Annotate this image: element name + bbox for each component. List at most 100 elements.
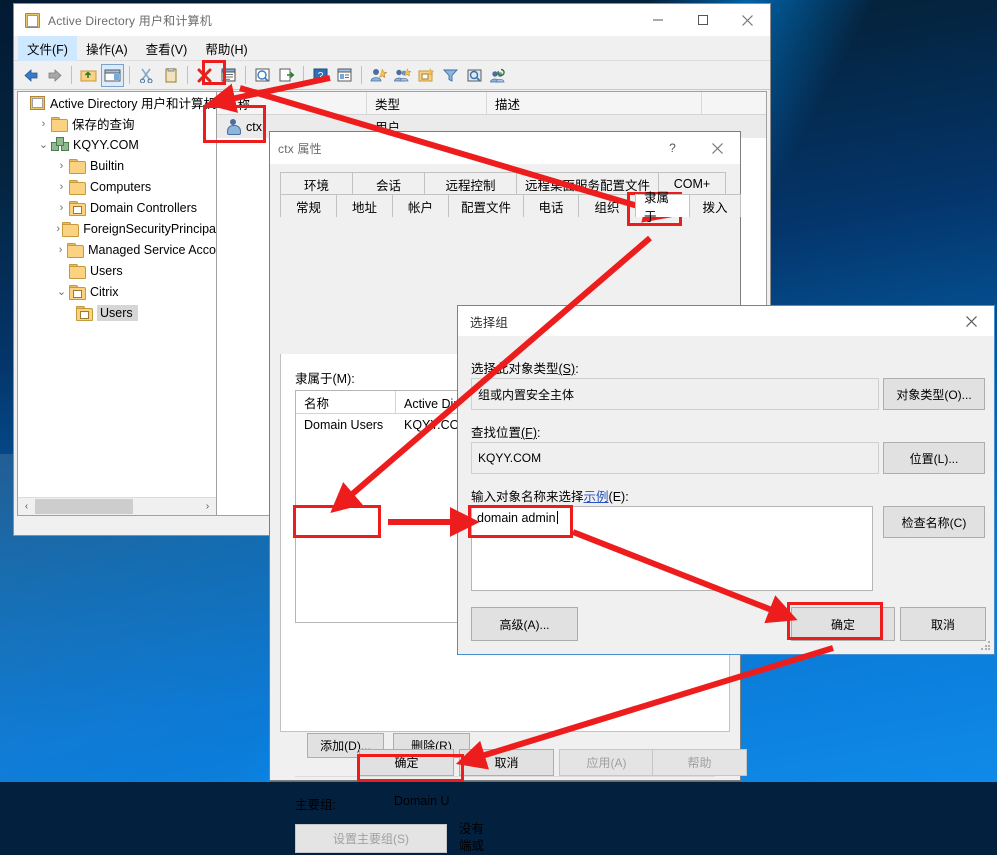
close-icon[interactable] [949,305,994,337]
svg-text:?: ? [317,71,323,82]
props-caption-buttons: ? [650,132,740,164]
twisty-icon[interactable]: › [54,223,62,235]
names-input-value: domain admin [477,511,556,525]
twisty-icon[interactable]: › [54,202,69,214]
props-ok-button[interactable]: 确定 [359,749,454,776]
export-list-icon[interactable] [275,64,298,87]
minimize-button[interactable] [635,4,680,36]
menu-file[interactable]: 文件(F) [18,36,77,61]
back-icon[interactable] [19,64,42,87]
tab-sessions[interactable]: 会话 [352,172,425,195]
refresh-icon[interactable] [251,64,274,87]
main-window-titlebar[interactable]: Active Directory 用户和计算机 [14,4,770,36]
tab-address[interactable]: 地址 [336,194,393,217]
close-icon[interactable] [695,132,740,164]
object-type-accesskey: (S) [559,362,576,376]
saved-query-icon[interactable] [487,64,510,87]
selgrp-ok-button[interactable]: 确定 [791,607,895,641]
scrollbar-track[interactable] [35,498,199,515]
tab-telephones[interactable]: 电话 [523,194,579,217]
primary-group-note-line1: 没有 [459,822,484,836]
show-hide-pane-icon[interactable] [333,64,356,87]
menu-view[interactable]: 查看(V) [137,36,197,61]
set-primary-group-button[interactable]: 设置主要组(S) [295,824,447,853]
column-header-description[interactable]: 描述 [487,92,702,114]
tree-horizontal-scrollbar[interactable]: ‹ › [18,497,216,515]
column-header-name[interactable]: 名称 [296,391,396,413]
column-header-type[interactable]: 类型 [367,92,487,114]
tree-item-saved-queries[interactable]: › 保存的查询 [18,113,216,134]
props-help-button[interactable]: 帮助 [652,749,747,776]
tree-item-users[interactable]: Users [18,260,216,281]
up-folder-icon[interactable] [77,64,100,87]
show-console-tree-icon[interactable] [101,64,124,87]
delete-icon[interactable] [193,64,216,87]
tab-remote-control[interactable]: 远程控制 [424,172,517,195]
location-field[interactable]: KQYY.COM [471,442,879,474]
props-titlebar[interactable]: ctx 属性 ? [270,132,740,164]
tab-organization[interactable]: 组织 [578,194,636,217]
locations-button[interactable]: 位置(L)... [883,442,985,474]
scroll-left-icon[interactable]: ‹ [18,498,35,515]
help-icon[interactable]: ? [309,64,332,87]
tree-item-kqyy-com[interactable]: ⌄ KQYY.COM [18,134,216,155]
tab-dial-in[interactable]: 拨入 [689,194,741,217]
tree-item-computers[interactable]: › Computers [18,176,216,197]
check-names-button[interactable]: 检查名称(C) [883,506,985,538]
tree-item-builtin[interactable]: › Builtin [18,155,216,176]
tree-item-root[interactable]: Active Directory 用户和计算机 [18,92,216,113]
twisty-icon[interactable]: › [54,244,67,256]
tab-account[interactable]: 帐户 [392,194,449,217]
twisty-icon[interactable]: › [54,160,69,172]
twisty-icon[interactable]: › [54,181,69,193]
resize-grip-icon[interactable] [980,640,992,652]
selgrp-cancel-button[interactable]: 取消 [900,607,986,641]
forward-icon[interactable] [43,64,66,87]
properties-icon[interactable] [217,64,240,87]
maximize-button[interactable] [680,4,725,36]
props-cancel-button[interactable]: 取消 [459,749,554,776]
tree-item-label: 保存的查询 [72,114,135,133]
new-group-icon[interactable] [391,64,414,87]
new-ou-icon[interactable] [415,64,438,87]
examples-link[interactable]: 示例 [584,490,609,504]
close-button[interactable] [725,4,770,36]
tab-remote-desktop-services-profile[interactable]: 远程桌面服务配置文件 [516,172,659,195]
tab-profile[interactable]: 配置文件 [448,194,524,217]
help-question-icon[interactable]: ? [650,132,695,164]
twisty-icon[interactable]: ⌄ [54,285,69,298]
twisty-icon[interactable]: › [36,118,51,130]
tree-item-citrix[interactable]: ⌄ Citrix [18,281,216,302]
tree-item-label: Citrix [90,285,118,299]
text-caret [557,511,558,524]
menu-help[interactable]: 帮助(H) [196,36,256,61]
advanced-button[interactable]: 高级(A)... [471,607,578,641]
object-type-label-text: 选择此对象类型 [471,362,559,376]
object-type-field[interactable]: 组或内置安全主体 [471,378,879,410]
object-types-button[interactable]: 对象类型(O)... [883,378,985,410]
tree-item-citrix-users[interactable]: Users [18,302,216,323]
find-icon[interactable] [463,64,486,87]
tab-member-of[interactable]: 隶属于 [635,194,690,217]
column-header-name[interactable]: 名称 [217,92,367,114]
select-groups-dialog: 选择组 选择此对象类型(S): 组或内置安全主体 对象类型(O)... 查找位置… [458,306,994,654]
menu-action[interactable]: 操作(A) [77,36,137,61]
props-apply-button[interactable]: 应用(A) [559,749,654,776]
tab-environment[interactable]: 环境 [280,172,353,195]
new-user-icon[interactable] [367,64,390,87]
tree-item-foreign-security-principals[interactable]: › ForeignSecurityPrincipa [18,218,216,239]
scrollbar-thumb[interactable] [35,499,133,514]
member-of-label: 隶属于(M): [295,368,355,387]
tree-item-domain-controllers[interactable]: › Domain Controllers [18,197,216,218]
scroll-right-icon[interactable]: › [199,498,216,515]
tree-item-managed-service-accounts[interactable]: › Managed Service Acco [18,239,216,260]
selgrp-titlebar[interactable]: 选择组 [458,306,994,336]
tab-general[interactable]: 常规 [280,194,337,217]
names-input[interactable]: domain admin [471,506,873,591]
names-label-text: 输入对象名称来选择 [471,490,584,504]
list-column-headers: 名称 类型 描述 [217,92,766,115]
copy-icon[interactable] [159,64,182,87]
twisty-icon[interactable]: ⌄ [36,138,51,151]
cut-icon[interactable] [135,64,158,87]
filter-icon[interactable] [439,64,462,87]
